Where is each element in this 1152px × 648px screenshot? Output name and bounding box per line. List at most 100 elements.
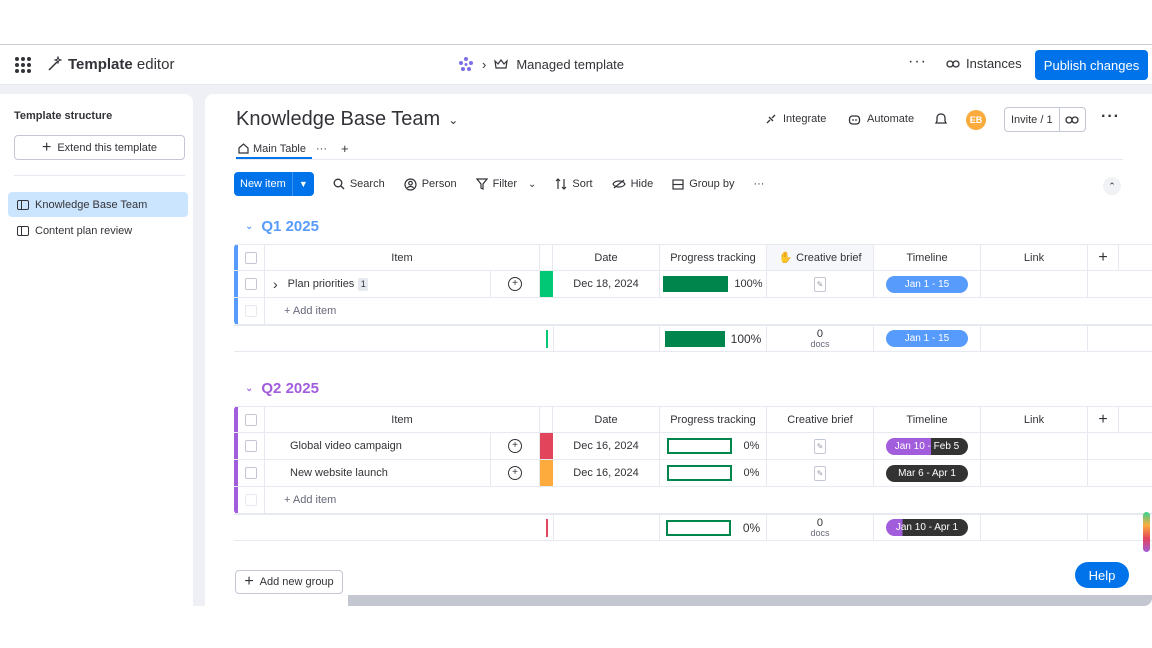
add-update-icon[interactable]: + [508,439,522,453]
sort-button[interactable]: Sort [555,178,593,190]
chevron-down-icon[interactable]: ⌄ [528,179,536,190]
panel-item-content-plan-review[interactable]: Content plan review [8,218,188,243]
item-name-cell[interactable]: New website launch [265,460,490,486]
help-button[interactable]: Help [1075,562,1129,588]
file-icon[interactable]: ✎ [814,465,826,481]
avatar[interactable]: EB [966,110,986,130]
timeline-pill[interactable]: Mar 6 - Apr 1 [886,464,968,482]
board-title[interactable]: Knowledge Base Team ⌄ [236,108,458,131]
column-header-link[interactable]: Link [981,407,1088,432]
column-header-brief[interactable]: ✋ Creative brief [767,245,874,270]
apps-grid-icon[interactable] [15,57,31,73]
table-row[interactable]: New website launch + Dec 16, 2024 0% ✎ M… [234,460,1152,487]
instances-button[interactable]: Instances [946,56,1022,71]
breadcrumb-current[interactable]: Managed template [516,57,624,72]
toolbar-more-button[interactable]: ··· [753,178,764,190]
timeline-cell[interactable]: Jan 1 - 15 [874,271,981,297]
new-item-button[interactable]: New item ▼ [234,172,314,196]
hide-button[interactable]: Hide [611,178,653,190]
copy-link-icon[interactable] [1060,115,1085,125]
add-column-button[interactable]: + [1088,245,1119,270]
add-item-row[interactable]: + Add item [234,298,1152,325]
file-icon[interactable]: ✎ [814,276,826,292]
filter-button[interactable]: Filter ⌄ [475,178,536,190]
item-name-cell[interactable]: Global video campaign [265,433,490,459]
brief-cell[interactable]: ✎ [767,460,874,486]
integrate-button[interactable]: Integrate [765,113,826,125]
row-checkbox[interactable] [238,433,265,459]
column-header-progress[interactable]: Progress tracking [660,407,767,432]
progress-cell: 100% [660,271,767,297]
add-item-row[interactable]: + Add item [234,487,1152,514]
chevron-down-icon[interactable]: ▼ [291,172,314,196]
group-by-button[interactable]: Group by [672,178,734,190]
column-header-link[interactable]: Link [981,245,1088,270]
tab-main-table[interactable]: Main Table [238,143,306,155]
table-row[interactable]: › Plan priorities 1 + Dec 18, 2024 100% … [234,271,1152,298]
link-cell[interactable] [981,433,1088,459]
add-update-icon[interactable]: + [508,277,522,291]
updates-icon[interactable] [935,113,947,126]
timeline-cell[interactable]: Mar 6 - Apr 1 [874,460,981,486]
column-header-timeline[interactable]: Timeline [874,407,981,432]
board-menu-button[interactable]: ··· [1101,108,1120,126]
item-name-cell[interactable]: › Plan priorities 1 [265,271,490,297]
select-all-checkbox[interactable] [238,245,265,270]
timeline-pill[interactable]: Jan 10 - Feb 5 [886,437,968,455]
extend-template-button[interactable]: + Extend this template [14,135,185,160]
column-header-timeline[interactable]: Timeline [874,245,981,270]
status-indicator[interactable] [540,271,553,297]
more-options-button[interactable]: ··· [908,53,927,71]
automate-button[interactable]: Automate [848,113,914,125]
conversation-cell[interactable]: + [490,460,540,486]
conversation-cell[interactable]: + [490,433,540,459]
date-cell[interactable]: Dec 16, 2024 [553,433,660,459]
row-checkbox[interactable] [238,460,265,486]
select-all-checkbox[interactable] [238,407,265,432]
file-icon[interactable]: ✎ [814,438,826,454]
panel-item-knowledge-base-team[interactable]: Knowledge Base Team [8,192,188,217]
subitems-count[interactable]: 1 [358,277,369,291]
publish-changes-button[interactable]: Publish changes [1035,50,1148,80]
date-cell[interactable]: Dec 16, 2024 [553,460,660,486]
add-item-button[interactable]: + Add item [265,487,565,513]
search-icon [333,178,345,190]
horizontal-scrollbar[interactable] [348,595,1152,606]
link-cell[interactable] [981,271,1088,297]
workspace-logo-icon[interactable] [458,56,474,72]
search-button[interactable]: Search [333,178,385,190]
add-column-button[interactable]: + [1088,407,1119,432]
status-indicator[interactable] [540,433,553,459]
column-header-item[interactable]: Item [265,407,540,432]
add-new-group-button[interactable]: + Add new group [235,570,343,594]
date-summary [553,326,660,351]
invite-button[interactable]: Invite / 1 [1004,107,1086,132]
column-header-date[interactable]: Date [553,407,660,432]
table-row[interactable]: Global video campaign + Dec 16, 2024 0% … [234,433,1152,460]
date-cell[interactable]: Dec 18, 2024 [553,271,660,297]
chevron-down-icon[interactable]: ⌄ [245,221,253,232]
column-header-brief[interactable]: Creative brief [767,407,874,432]
chevron-up-icon[interactable]: ⌃ [1103,177,1121,195]
add-view-button[interactable]: + [341,141,349,156]
person-filter-button[interactable]: Person [404,177,457,191]
status-indicator[interactable] [540,460,553,486]
add-update-icon[interactable]: + [508,466,522,480]
brief-cell[interactable]: ✎ [767,433,874,459]
chevron-right-icon[interactable]: › [273,276,278,292]
brief-cell[interactable]: ✎ [767,271,874,297]
timeline-pill[interactable]: Jan 1 - 15 [886,275,968,293]
link-cell[interactable] [981,460,1088,486]
conversation-cell[interactable]: + [490,271,540,297]
group-header-q1[interactable]: ⌄ Q1 2025 [245,218,319,235]
column-header-progress[interactable]: Progress tracking [660,245,767,270]
group-header-q2[interactable]: ⌄ Q2 2025 [245,380,319,397]
column-header-item[interactable]: Item [265,245,540,270]
column-header-date[interactable]: Date [553,245,660,270]
tab-options-button[interactable]: ··· [316,143,327,155]
chevron-down-icon[interactable]: ⌄ [245,383,253,394]
add-item-button[interactable]: + Add item [265,298,565,324]
row-checkbox[interactable] [238,271,265,297]
vertical-scrollbar[interactable] [1143,512,1150,552]
timeline-cell[interactable]: Jan 10 - Feb 5 [874,433,981,459]
